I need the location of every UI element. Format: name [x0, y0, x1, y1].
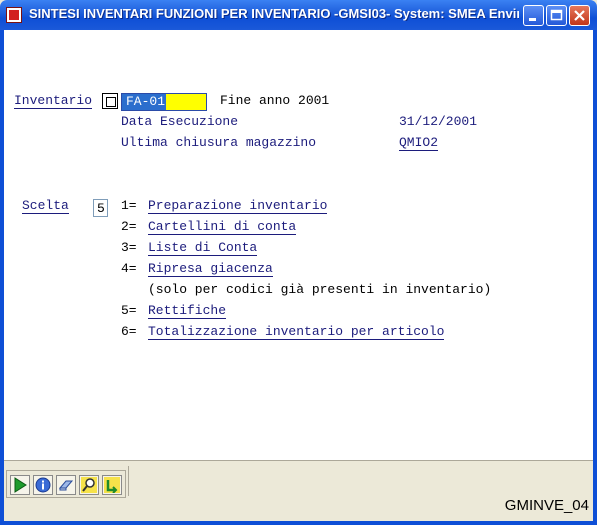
- scelta-input[interactable]: 5: [93, 199, 108, 217]
- close-icon: [574, 10, 585, 21]
- run-button[interactable]: [10, 475, 30, 495]
- maximize-icon: [550, 9, 563, 21]
- minimize-icon: [529, 18, 536, 21]
- option-number: 1=: [121, 198, 137, 213]
- option-number: 3=: [121, 240, 137, 255]
- inventario-description: Fine anno 2001: [220, 93, 330, 108]
- option-totalizzazione-inventario[interactable]: Totalizzazione inventario per articolo: [148, 324, 445, 340]
- inventario-label[interactable]: Inventario: [14, 93, 93, 109]
- info-button[interactable]: [33, 475, 53, 495]
- scelta-value: 5: [97, 201, 105, 216]
- chiusura-label: Ultima chiusura magazzino: [121, 135, 317, 150]
- option-note: (solo per codici già presenti in inventa…: [148, 282, 492, 297]
- toolbar-separator: [128, 466, 129, 496]
- search-button[interactable]: [79, 475, 99, 495]
- toolbar-divider: [4, 460, 593, 461]
- clear-button[interactable]: [56, 475, 76, 495]
- option-ripresa-giacenza[interactable]: Ripresa giacenza: [148, 261, 273, 277]
- window-frame-right: [593, 30, 597, 525]
- scelta-label: Scelta: [22, 198, 69, 214]
- window-frame-bottom: [0, 521, 597, 525]
- option-number: 4=: [121, 261, 137, 276]
- run-icon: [14, 477, 27, 493]
- toolbar: [6, 470, 126, 498]
- search-icon: [81, 477, 97, 493]
- chiusura-value[interactable]: QMIO2: [399, 135, 439, 151]
- inventario-value: FA-01: [126, 94, 166, 109]
- option-liste-di-conta[interactable]: Liste di Conta: [148, 240, 258, 256]
- data-esecuzione-value: 31/12/2001: [399, 114, 478, 129]
- title-bar[interactable]: SINTESI INVENTARI FUNZIONI PER INVENTARI…: [0, 0, 597, 30]
- minimize-button[interactable]: [523, 5, 544, 26]
- form-code: GMINVE_04: [504, 497, 589, 514]
- option-preparazione-inventario[interactable]: Preparazione inventario: [148, 198, 328, 214]
- exit-icon: [104, 477, 120, 493]
- exit-button[interactable]: [102, 475, 122, 495]
- data-esecuzione-label: Data Esecuzione: [121, 114, 239, 129]
- maximize-button[interactable]: [546, 5, 567, 26]
- form-area: Inventario FA-01 Fine anno 2001 Data Ese…: [4, 30, 593, 521]
- option-number: 6=: [121, 324, 137, 339]
- option-rettifiche[interactable]: Rettifiche: [148, 303, 227, 319]
- window-title: SINTESI INVENTARI FUNZIONI PER INVENTARI…: [29, 6, 519, 21]
- info-icon: [35, 477, 51, 493]
- inventario-input[interactable]: FA-01: [121, 93, 207, 111]
- app-icon[interactable]: [6, 7, 22, 23]
- eraser-icon: [58, 480, 74, 491]
- option-number: 2=: [121, 219, 137, 234]
- option-cartellini-di-conta[interactable]: Cartellini di conta: [148, 219, 297, 235]
- lookup-icon[interactable]: [102, 93, 118, 109]
- close-button[interactable]: [569, 5, 590, 26]
- option-number: 5=: [121, 303, 137, 318]
